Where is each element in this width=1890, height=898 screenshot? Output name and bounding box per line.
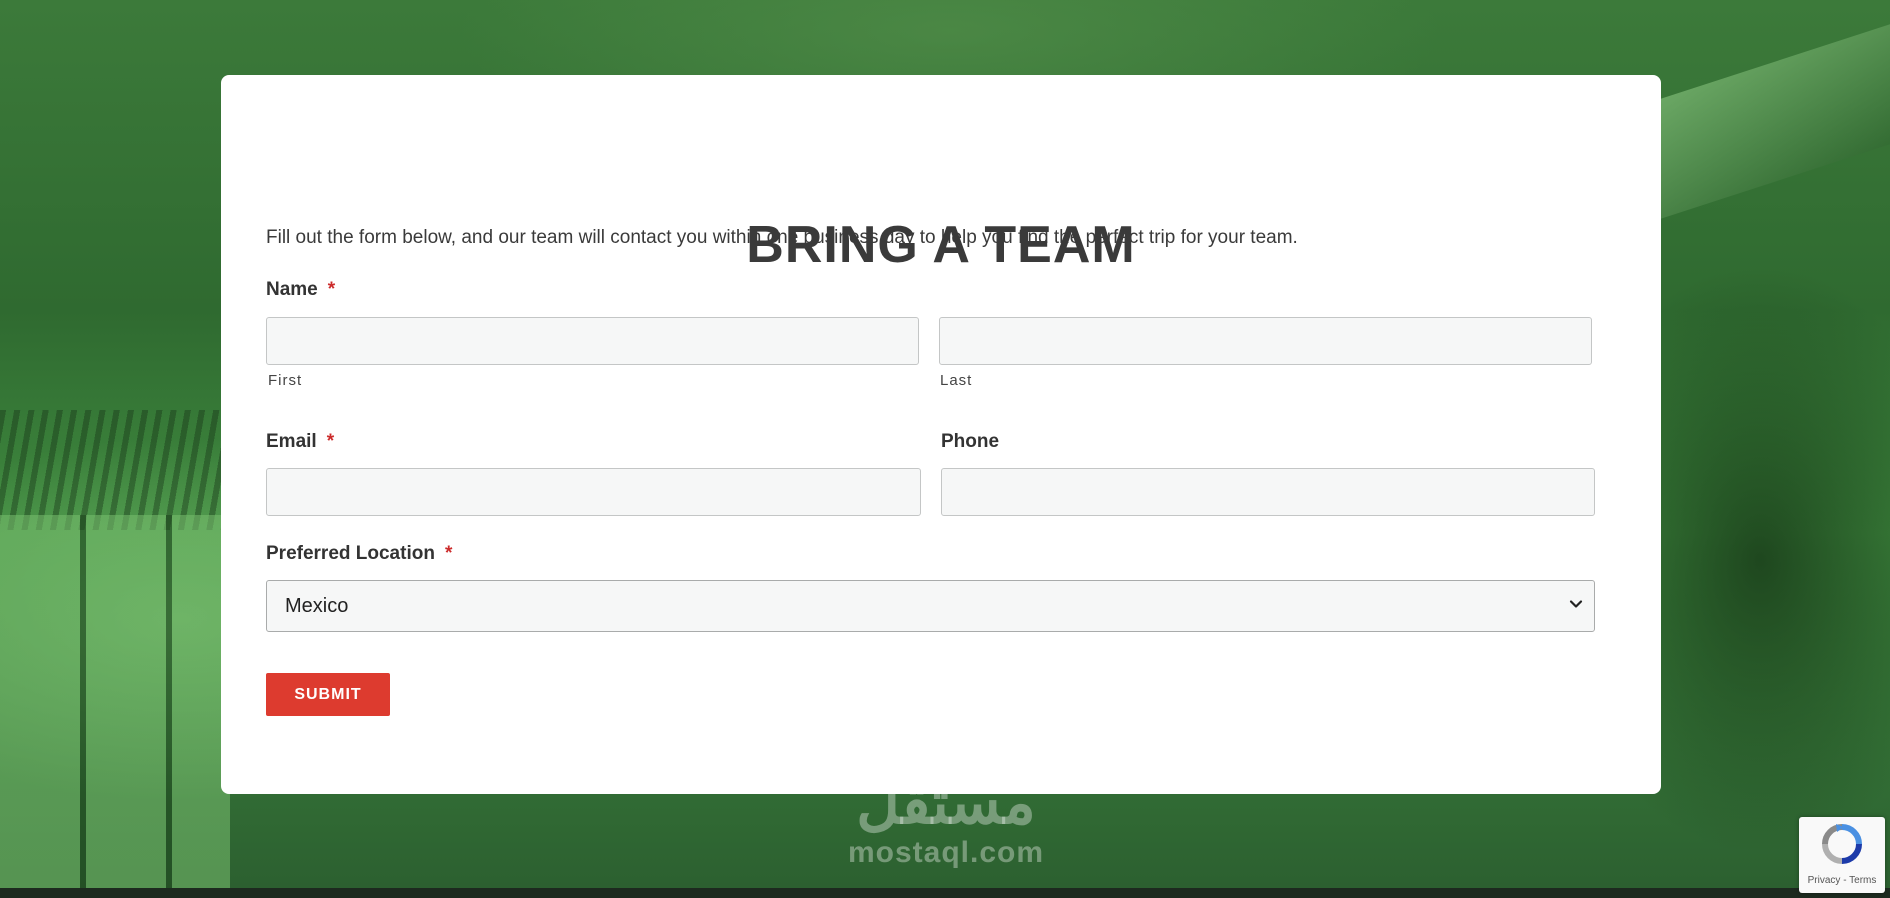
required-marker: * bbox=[444, 543, 453, 564]
first-name-input[interactable] bbox=[266, 317, 919, 365]
required-marker: * bbox=[326, 431, 335, 452]
recaptcha-badge[interactable]: Privacy - Terms bbox=[1799, 817, 1885, 893]
recaptcha-separator: - bbox=[1840, 875, 1850, 886]
recaptcha-icon bbox=[1822, 824, 1862, 864]
form-card: BRING A TEAM Fill out the form below, an… bbox=[221, 75, 1661, 794]
watermark-latin: mostaql.com bbox=[847, 836, 1045, 869]
phone-input[interactable] bbox=[941, 468, 1595, 516]
form-intro: Fill out the form below, and our team wi… bbox=[266, 227, 1298, 248]
recaptcha-privacy-link[interactable]: Privacy bbox=[1808, 875, 1841, 886]
email-label: Email * bbox=[266, 431, 334, 453]
last-name-input[interactable] bbox=[939, 317, 1592, 365]
location-selected-value: Mexico bbox=[285, 595, 349, 617]
email-label-text: Email bbox=[266, 431, 317, 452]
name-label: Name * bbox=[266, 279, 335, 301]
watermark: مستقل mostaql.com bbox=[826, 768, 1066, 878]
phone-label-text: Phone bbox=[941, 431, 1000, 452]
location-select[interactable]: Mexico bbox=[266, 580, 1595, 632]
first-name-sublabel: First bbox=[268, 372, 303, 389]
last-name-sublabel: Last bbox=[940, 372, 973, 389]
watermark-arabic: مستقل bbox=[856, 769, 1036, 836]
phone-label: Phone bbox=[941, 431, 999, 453]
name-label-text: Name bbox=[266, 279, 318, 300]
recaptcha-terms-link[interactable]: Terms bbox=[1849, 875, 1876, 886]
recaptcha-links: Privacy - Terms bbox=[1799, 875, 1885, 886]
submit-button[interactable]: SUBMIT bbox=[266, 673, 390, 716]
location-label-text: Preferred Location bbox=[266, 543, 435, 564]
background-wall bbox=[0, 515, 230, 888]
chevron-down-icon bbox=[1569, 600, 1583, 608]
email-input[interactable] bbox=[266, 468, 921, 516]
bottom-bar bbox=[0, 888, 1890, 898]
location-label: Preferred Location * bbox=[266, 543, 452, 565]
required-marker: * bbox=[327, 279, 336, 300]
